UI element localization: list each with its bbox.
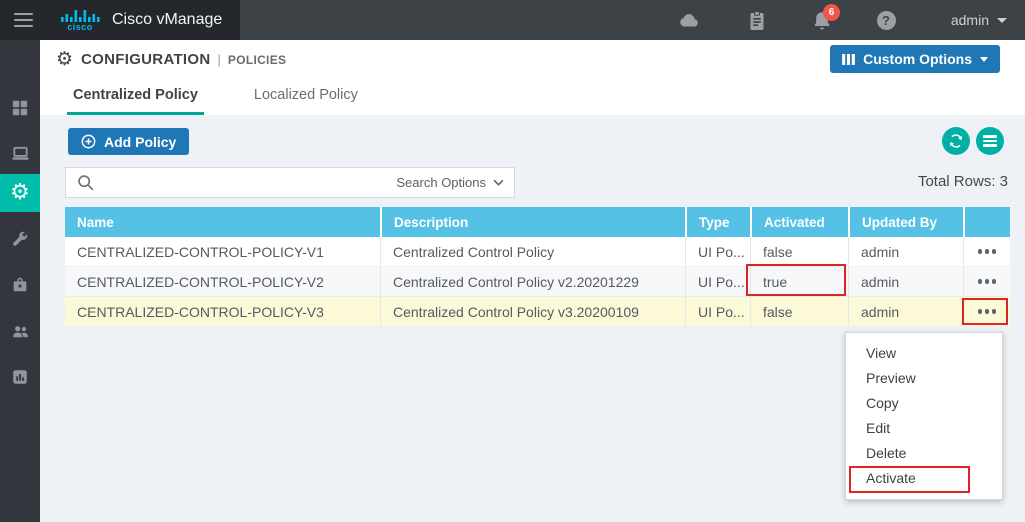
cell-name: CENTRALIZED-CONTROL-POLICY-V1 (77, 243, 324, 260)
chevron-down-icon (493, 179, 504, 186)
list-view-button[interactable] (976, 127, 1004, 155)
custom-options-label: Custom Options (863, 51, 972, 67)
refresh-button[interactable] (942, 127, 970, 155)
menu-item-edit[interactable]: Edit (846, 416, 1002, 441)
cell-description: Centralized Control Policy (380, 237, 685, 266)
page-title: CONFIGURATION (81, 51, 211, 68)
search-icon (78, 174, 94, 190)
page-subtitle: POLICIES (227, 52, 287, 67)
column-header-actions (963, 207, 1010, 237)
sidebar-item-tools[interactable] (0, 220, 40, 258)
cell-description: Centralized Control Policy v2.20201229 (380, 267, 685, 296)
column-header-activated[interactable]: Activated (750, 207, 848, 237)
search-input[interactable] (104, 174, 397, 191)
menu-item-copy[interactable]: Copy (846, 391, 1002, 416)
menu-item-activate[interactable]: Activate (846, 466, 1002, 491)
cell-type: UI Po... (685, 237, 750, 266)
menu-item-view[interactable]: View (846, 341, 1002, 366)
administration-icon (12, 325, 28, 337)
sidebar: ⚙ (0, 40, 40, 522)
cell-updated-by: admin (848, 237, 963, 266)
cell-updated-by: admin (848, 267, 963, 296)
columns-icon (842, 53, 856, 65)
main-area: ⚙ CONFIGURATION | POLICIES Custom Option… (40, 40, 1025, 522)
cisco-wordmark: cisco (67, 21, 93, 32)
column-header-type[interactable]: Type (685, 207, 750, 237)
column-header-name[interactable]: Name (65, 207, 380, 237)
sidebar-item-maintenance[interactable] (0, 266, 40, 304)
row-actions-button[interactable] (974, 303, 1000, 319)
table-row-selected[interactable]: CENTRALIZED-CONTROL-POLICY-V3 Centralize… (65, 297, 1010, 327)
sidebar-item-dashboard[interactable] (0, 89, 40, 127)
app-title: Cisco vManage (112, 11, 223, 28)
policies-table: Name Description Type Activated Updated … (65, 207, 1010, 327)
user-menu[interactable]: admin (951, 0, 1007, 40)
vmanage-app: cisco Cisco vManage 6 ? admin ⚙ ⚙ CONFIG… (0, 0, 1025, 522)
cell-type: UI Po... (685, 267, 750, 296)
cell-activated: true (750, 267, 848, 296)
sidebar-item-configuration[interactable]: ⚙ (0, 174, 40, 212)
cell-updated-by: admin (848, 297, 963, 326)
row-actions-button[interactable] (974, 243, 1000, 259)
menu-item-delete[interactable]: Delete (846, 441, 1002, 466)
row-actions-button[interactable] (974, 273, 1000, 289)
vanalytics-chart-icon (13, 370, 27, 384)
title-divider: | (217, 52, 221, 67)
sidebar-item-monitor[interactable] (0, 134, 40, 172)
dashboard-icon (12, 100, 28, 116)
content-area: Add Policy Search Options Total Rows: 3 … (40, 115, 1025, 522)
notification-badge: 6 (823, 4, 840, 21)
table-row[interactable]: CENTRALIZED-CONTROL-POLICY-V1 Centralize… (65, 237, 1010, 267)
menu-icon[interactable] (14, 9, 34, 31)
cell-description: Centralized Control Policy v3.20200109 (380, 297, 685, 326)
list-icon (983, 133, 997, 149)
cell-activated: false (750, 297, 848, 326)
user-name: admin (950, 12, 989, 28)
monitor-icon (11, 146, 29, 160)
add-policy-button[interactable]: Add Policy (68, 128, 190, 155)
custom-options-button[interactable]: Custom Options (830, 45, 1000, 73)
tab-localized-policy[interactable]: Localized Policy (248, 79, 364, 115)
page-header: ⚙ CONFIGURATION | POLICIES Custom Option… (40, 40, 1025, 115)
add-policy-label: Add Policy (104, 133, 177, 150)
top-bar-brand-section: cisco Cisco vManage (0, 0, 240, 40)
tools-icon (13, 231, 28, 246)
configuration-header-gear-icon: ⚙ (56, 48, 74, 70)
help-icon[interactable]: ? (874, 9, 898, 33)
cell-name: CENTRALIZED-CONTROL-POLICY-V3 (77, 303, 324, 320)
policy-tabs: Centralized Policy Localized Policy (40, 79, 1025, 115)
tasks-icon[interactable] (745, 9, 769, 33)
chevron-down-icon (980, 56, 988, 62)
row-actions-menu: View Preview Copy Edit Delete Activate (845, 332, 1003, 500)
total-rows-label: Total Rows: 3 (917, 173, 1008, 190)
cell-type: UI Po... (685, 297, 750, 326)
search-options-dropdown[interactable]: Search Options (396, 175, 504, 190)
table-header-row: Name Description Type Activated Updated … (65, 207, 1010, 237)
notifications-icon[interactable]: 6 (810, 4, 840, 33)
cell-name: CENTRALIZED-CONTROL-POLICY-V2 (77, 273, 324, 290)
tab-centralized-policy[interactable]: Centralized Policy (67, 79, 204, 115)
plus-circle-icon (81, 134, 96, 149)
chevron-down-icon (997, 17, 1007, 23)
search-options-label: Search Options (396, 175, 486, 190)
sidebar-item-vanalytics[interactable] (0, 358, 40, 396)
table-row[interactable]: CENTRALIZED-CONTROL-POLICY-V2 Centralize… (65, 267, 1010, 297)
maintenance-icon (13, 277, 27, 292)
column-header-updated-by[interactable]: Updated By (848, 207, 963, 237)
column-header-description[interactable]: Description (380, 207, 685, 237)
top-bar: cisco Cisco vManage 6 ? admin (0, 0, 1025, 40)
cloud-icon[interactable] (676, 9, 700, 33)
refresh-icon (950, 134, 962, 148)
menu-item-preview[interactable]: Preview (846, 366, 1002, 391)
configuration-gear-icon: ⚙ (10, 180, 30, 205)
sidebar-item-administration[interactable] (0, 312, 40, 350)
cisco-logo-icon: cisco (60, 9, 100, 32)
search-bar: Search Options (65, 167, 515, 198)
cell-activated: false (750, 237, 848, 266)
